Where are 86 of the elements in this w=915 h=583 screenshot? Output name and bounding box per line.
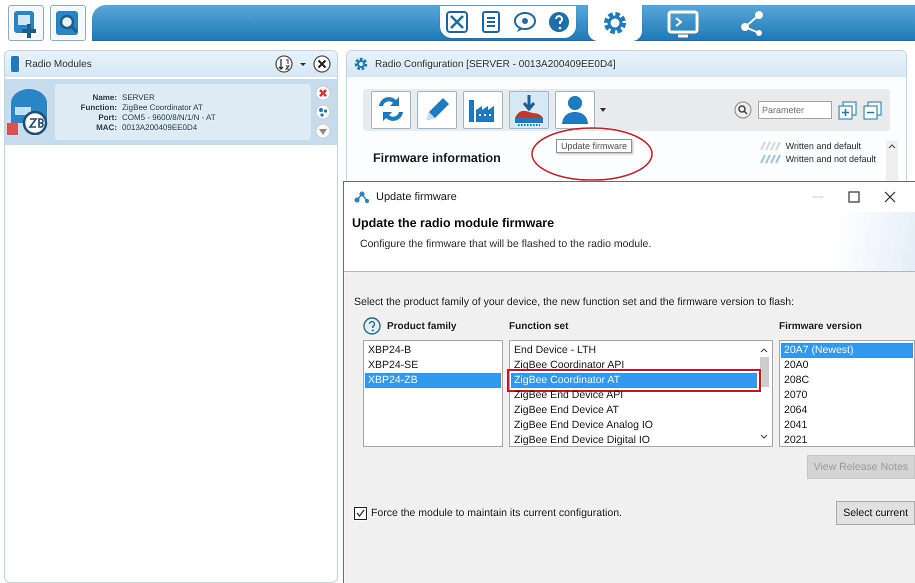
dialog-heading: Update the radio module firmware xyxy=(352,216,556,230)
maximize-icon xyxy=(848,191,860,203)
section-title: Firmware information xyxy=(373,151,501,167)
update-firmware-button[interactable] xyxy=(509,91,549,129)
scroll-up-icon[interactable] xyxy=(888,143,896,149)
scroll-up-icon[interactable] xyxy=(760,347,768,353)
document-button[interactable] xyxy=(479,10,503,34)
write-button[interactable] xyxy=(417,91,457,129)
field-label: Function: xyxy=(80,102,117,112)
profile-button[interactable] xyxy=(555,91,595,129)
list-item[interactable]: 20A0 xyxy=(781,358,913,373)
add-device-button[interactable] xyxy=(8,5,44,41)
list-item[interactable]: XBP24-SE xyxy=(365,358,501,373)
device-icon xyxy=(11,56,19,72)
dots-icon xyxy=(315,104,331,120)
help-button[interactable] xyxy=(547,10,571,34)
search-icon xyxy=(734,101,752,119)
expand-button[interactable] xyxy=(315,123,331,139)
chat-icon xyxy=(513,10,537,34)
checkbox[interactable] xyxy=(354,506,367,520)
scrollbar[interactable] xyxy=(886,141,898,183)
close-icon xyxy=(313,55,331,73)
disconnect-button[interactable] xyxy=(315,85,331,101)
scroll-thumb[interactable] xyxy=(760,357,768,387)
hatch-icon xyxy=(760,154,782,164)
module-card[interactable]: Name: SERVER Function: ZigBee Coordinator AT Port: COM5 - 9600/8/N/1/N - AT MAC: 0013A200409EE0D4 xyxy=(5,79,337,145)
list-item[interactable]: ZigBee End Device Digital IO xyxy=(511,433,757,448)
scroll-down-icon[interactable] xyxy=(760,434,768,440)
document-icon xyxy=(479,10,503,34)
discover-button[interactable] xyxy=(50,5,86,41)
list-item[interactable]: ZigBee End Device AT xyxy=(511,403,757,418)
list-item[interactable]: 2070 xyxy=(781,388,913,403)
checkbox-label: Force the module to maintain its current configuration. xyxy=(371,507,622,519)
expand-all-button[interactable] xyxy=(838,100,857,120)
legend-label: Written and not default xyxy=(786,154,876,164)
app-icon xyxy=(354,190,370,204)
list-item[interactable]: ZigBee Coordinator API xyxy=(511,358,757,373)
list-item[interactable]: XBP24-B xyxy=(365,343,501,358)
list-item[interactable]: 2041 xyxy=(781,418,913,433)
help-icon xyxy=(547,10,571,34)
field-value: 0013A200409EE0D4 xyxy=(122,122,198,132)
field-label: MAC: xyxy=(95,122,117,132)
default-button[interactable] xyxy=(463,91,503,129)
close-icon xyxy=(884,191,896,203)
list-item[interactable]: 2021 xyxy=(781,433,913,448)
add-to-network-button[interactable] xyxy=(315,104,331,120)
plus-icon xyxy=(838,100,857,120)
minus-icon xyxy=(863,100,882,120)
chat-button[interactable] xyxy=(513,10,537,34)
select-current-button[interactable]: Select current xyxy=(836,501,915,525)
close-icon xyxy=(315,85,331,101)
list-item[interactable]: ZigBee End Device API xyxy=(511,388,757,403)
panel-title: Radio Modules xyxy=(25,58,92,70)
list-item[interactable]: 208C xyxy=(781,373,913,388)
gear-icon xyxy=(353,56,369,72)
tools-icon xyxy=(445,10,469,34)
tools-button[interactable] xyxy=(445,10,469,34)
read-button[interactable] xyxy=(371,91,411,129)
instruction-text: Select the product family of your device, the new function set and the firmware version to flash: xyxy=(354,296,796,308)
list-item[interactable]: End Device - LTH xyxy=(511,343,757,358)
panel-title: Radio Configuration [SERVER - 0013A200409EE0D4] xyxy=(375,58,616,70)
monitor-icon xyxy=(666,8,700,38)
hatch-icon xyxy=(760,141,782,151)
field-value: COM5 - 9600/8/N/1/N - AT xyxy=(122,112,216,122)
help-icon[interactable] xyxy=(363,317,381,335)
field-value: ZigBee Coordinator AT xyxy=(122,102,204,112)
collapse-all-button[interactable] xyxy=(863,100,882,120)
tooltip: Update firmware xyxy=(556,139,632,153)
check-icon xyxy=(356,509,365,517)
dialog-description: Configure the firmware that will be flashed to the radio module. xyxy=(360,238,652,250)
legend-label: Written and default xyxy=(786,141,861,151)
list-item[interactable]: 2064 xyxy=(781,403,913,418)
field-label: Name: xyxy=(92,92,117,102)
caret-icon[interactable] xyxy=(599,107,607,113)
sort-icon xyxy=(275,55,293,73)
sort-button[interactable] xyxy=(275,55,293,73)
caret-icon[interactable] xyxy=(299,61,307,67)
search-field[interactable]: Parameter xyxy=(758,101,832,119)
column-header: Firmware version xyxy=(779,320,862,332)
close-button[interactable] xyxy=(313,55,331,73)
field-label: Port: xyxy=(97,112,117,122)
column-header: Product family xyxy=(387,320,456,332)
list-item[interactable]: ZigBee End Device Analog IO xyxy=(511,418,757,433)
field-value: SERVER xyxy=(122,92,156,102)
column-header: Function set xyxy=(509,320,568,332)
window-title: Update firmware xyxy=(376,191,457,203)
